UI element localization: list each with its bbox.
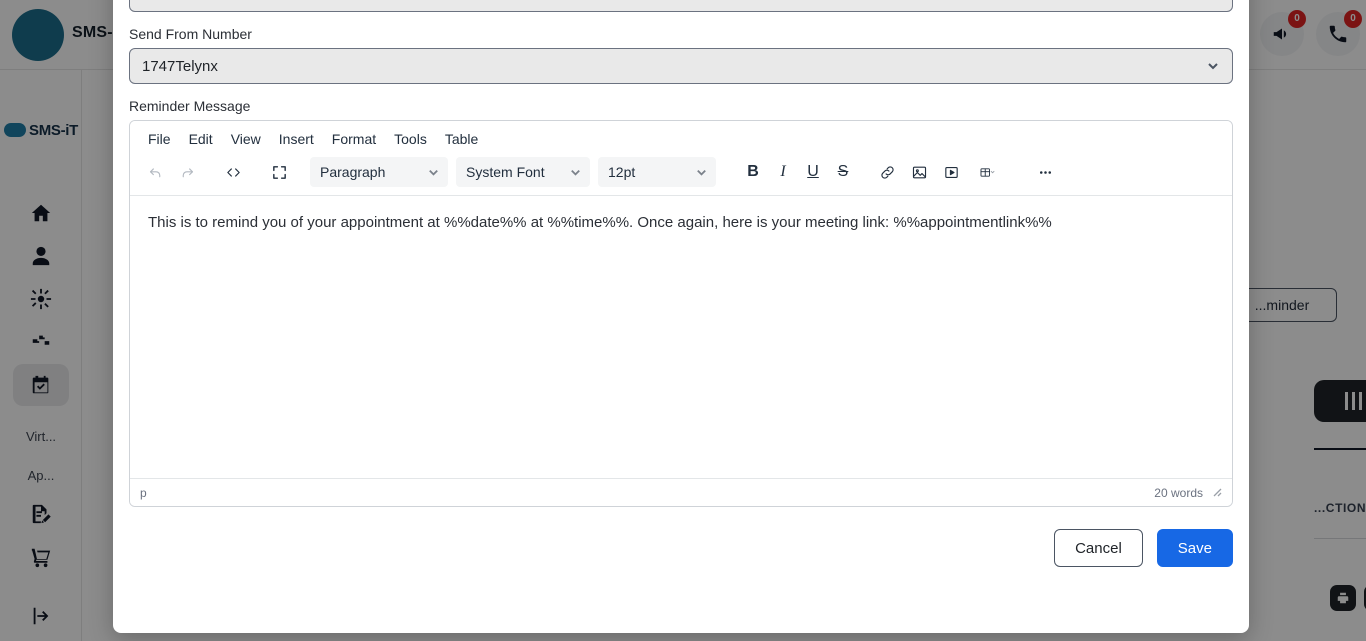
editor-menubar: File Edit View Insert Format Tools Table bbox=[130, 121, 1232, 153]
modal-body: Send From Number 1747Telynx Reminder Mes… bbox=[129, 0, 1233, 567]
cancel-button[interactable]: Cancel bbox=[1054, 529, 1143, 567]
block-format-select[interactable]: Paragraph bbox=[310, 157, 448, 187]
menu-tools[interactable]: Tools bbox=[386, 127, 435, 151]
save-button[interactable]: Save bbox=[1156, 529, 1233, 567]
status-right: 20 words bbox=[1154, 486, 1222, 500]
menu-table[interactable]: Table bbox=[437, 127, 486, 151]
prior-field-group bbox=[129, 0, 1233, 12]
font-size-value: 12pt bbox=[608, 164, 636, 180]
fullscreen-button[interactable] bbox=[264, 157, 294, 187]
menu-file[interactable]: File bbox=[140, 127, 179, 151]
editor-toolbar: Paragraph System Font 12pt B I U S bbox=[130, 153, 1232, 196]
menu-insert[interactable]: Insert bbox=[271, 127, 322, 151]
chevron-down-icon bbox=[695, 166, 708, 179]
bold-button[interactable]: B bbox=[738, 157, 768, 187]
fullscreen-icon bbox=[272, 165, 286, 179]
resize-handle-icon[interactable] bbox=[1211, 486, 1222, 500]
menu-view[interactable]: View bbox=[223, 127, 269, 151]
prior-field-input[interactable] bbox=[129, 0, 1233, 12]
media-icon bbox=[944, 166, 958, 178]
modal-footer: Cancel Save bbox=[129, 529, 1233, 567]
block-format-value: Paragraph bbox=[320, 164, 386, 180]
table-icon bbox=[980, 167, 994, 177]
font-family-value: System Font bbox=[466, 164, 545, 180]
source-code-icon bbox=[226, 167, 240, 177]
send-from-label: Send From Number bbox=[129, 26, 252, 42]
undo-icon bbox=[149, 167, 160, 177]
chevron-down-icon bbox=[427, 166, 440, 179]
font-family-select[interactable]: System Font bbox=[456, 157, 590, 187]
image-icon bbox=[912, 166, 926, 178]
more-horizontal-icon bbox=[1039, 170, 1051, 174]
send-from-group: Send From Number 1747Telynx bbox=[129, 26, 1233, 84]
send-from-select[interactable]: 1747Telynx bbox=[129, 48, 1233, 84]
redo-icon bbox=[182, 167, 193, 177]
font-size-select[interactable]: 12pt bbox=[598, 157, 716, 187]
rich-text-editor: File Edit View Insert Format Tools Table bbox=[129, 120, 1233, 507]
source-code-button[interactable] bbox=[218, 157, 248, 187]
menu-format[interactable]: Format bbox=[324, 127, 384, 151]
more-button[interactable] bbox=[1030, 157, 1060, 187]
chevron-down-icon bbox=[569, 166, 582, 179]
reminder-message-group: Reminder Message File Edit View Insert F… bbox=[129, 98, 1233, 507]
table-button[interactable] bbox=[968, 157, 1006, 187]
reminder-message-modal: Send From Number 1747Telynx Reminder Mes… bbox=[113, 0, 1249, 633]
reminder-message-label: Reminder Message bbox=[129, 98, 251, 114]
menu-edit[interactable]: Edit bbox=[181, 127, 221, 151]
strikethrough-button[interactable]: S bbox=[828, 157, 858, 187]
redo-button[interactable] bbox=[172, 157, 202, 187]
send-from-value: 1747Telynx bbox=[142, 57, 218, 75]
link-button[interactable] bbox=[872, 157, 902, 187]
word-count: 20 words bbox=[1154, 485, 1203, 500]
chevron-down-icon bbox=[1206, 59, 1220, 73]
editor-paragraph: This is to remind you of your appointmen… bbox=[148, 214, 1052, 231]
app-root: SMS- 0 0 SMS-iT Virt... Ap... ...minder … bbox=[0, 0, 1366, 641]
undo-button[interactable] bbox=[140, 157, 170, 187]
image-button[interactable] bbox=[904, 157, 934, 187]
italic-button[interactable]: I bbox=[768, 157, 798, 187]
editor-status-bar: p 20 words bbox=[130, 478, 1232, 506]
link-icon bbox=[880, 165, 894, 179]
element-path[interactable]: p bbox=[140, 486, 147, 500]
editor-content-area[interactable]: This is to remind you of your appointmen… bbox=[130, 196, 1232, 478]
underline-button[interactable]: U bbox=[798, 157, 828, 187]
media-button[interactable] bbox=[936, 157, 966, 187]
